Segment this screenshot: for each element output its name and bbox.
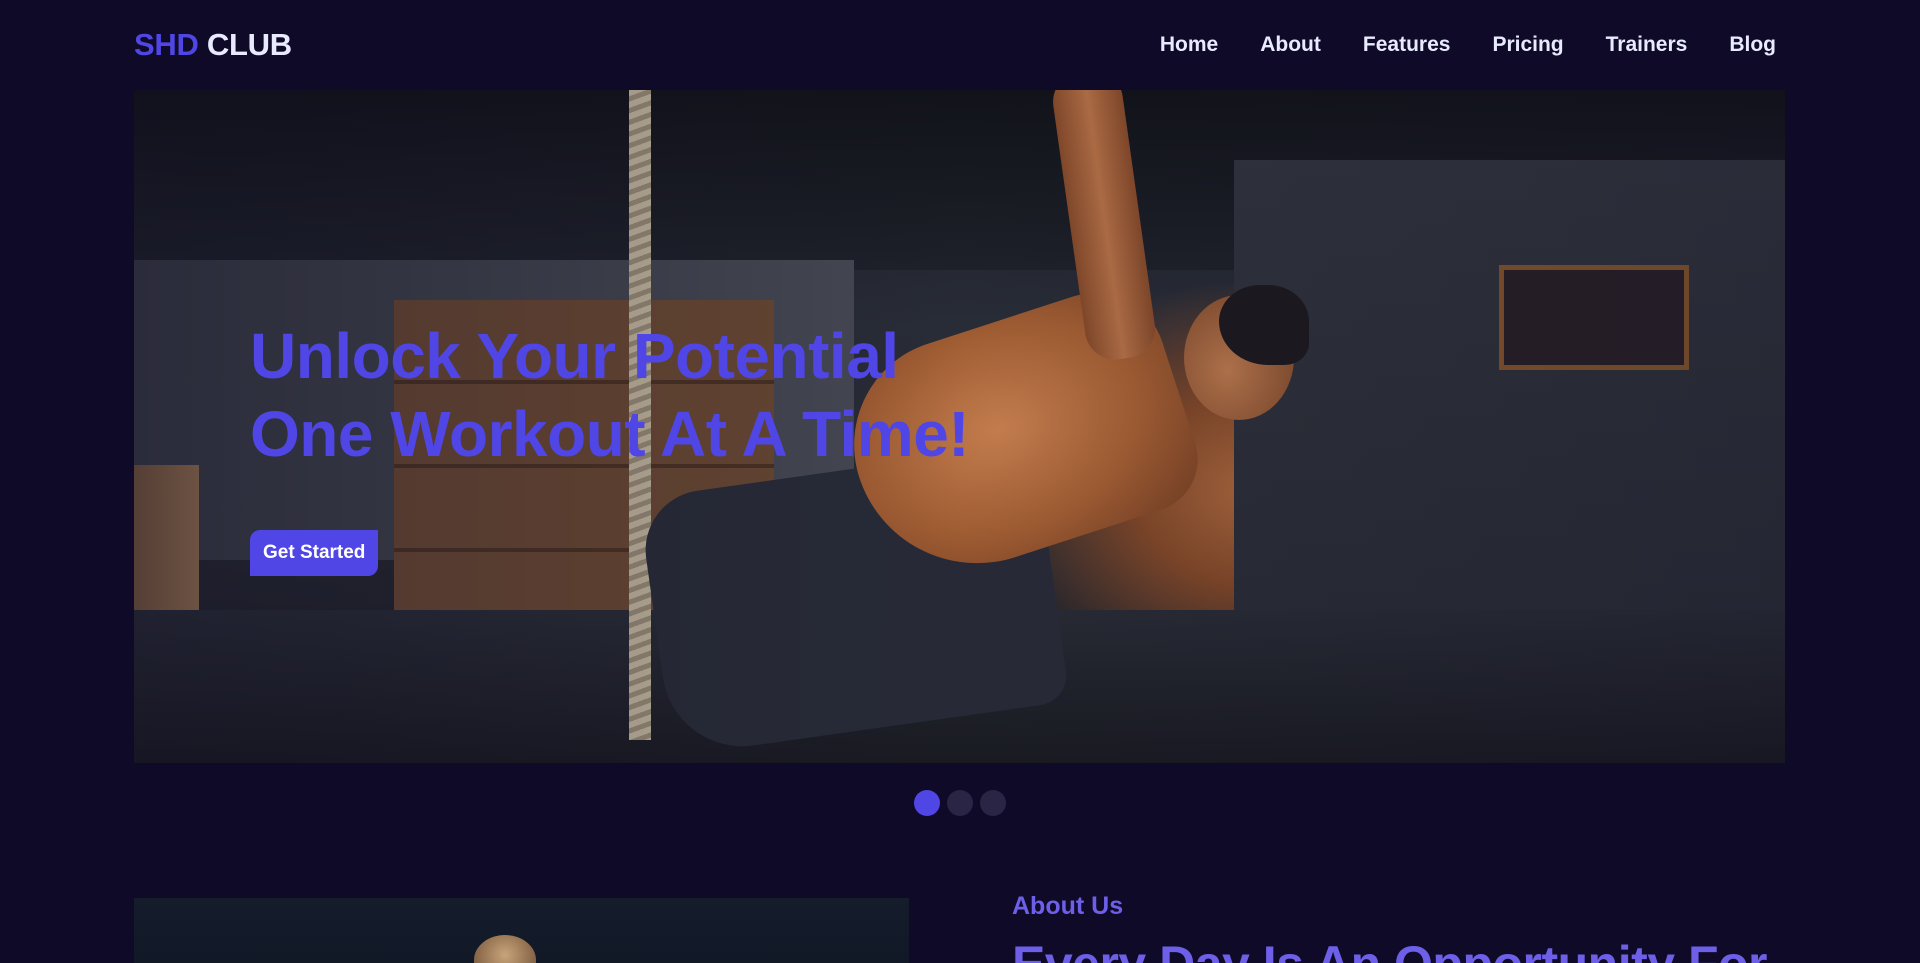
- slider-dot-1[interactable]: [914, 790, 940, 816]
- hero-slider: Unlock Your Potential One Workout At A T…: [134, 90, 1785, 763]
- hero-title-line1: Unlock Your Potential: [250, 320, 899, 392]
- about-label: About Us: [1012, 892, 1124, 920]
- slider-dot-2[interactable]: [947, 790, 973, 816]
- slider-dots: [914, 790, 1006, 816]
- nav-pricing[interactable]: Pricing: [1471, 33, 1584, 57]
- about-image-person: [474, 935, 536, 963]
- hero-content: Unlock Your Potential One Workout At A T…: [250, 317, 970, 576]
- logo[interactable]: SHD CLUB: [134, 27, 292, 63]
- logo-name[interactable]: CLUB: [207, 27, 292, 62]
- get-started-button[interactable]: Get Started: [250, 530, 379, 576]
- nav-about[interactable]: About: [1239, 33, 1342, 57]
- hero-title: Unlock Your Potential One Workout At A T…: [250, 317, 970, 473]
- about-heading: Every Day Is An Opportunity For: [1012, 935, 1768, 963]
- site-header: SHD CLUB Home About Features Pricing Tra…: [134, 0, 1786, 90]
- nav-home[interactable]: Home: [1139, 33, 1239, 57]
- nav-features[interactable]: Features: [1342, 33, 1472, 57]
- logo-brand[interactable]: SHD: [134, 27, 199, 62]
- hero-title-line2: One Workout At A Time!: [250, 398, 970, 470]
- main-nav: Home About Features Pricing Trainers Blo…: [1139, 33, 1776, 57]
- nav-trainers[interactable]: Trainers: [1585, 33, 1709, 57]
- about-image: [134, 898, 909, 963]
- nav-blog[interactable]: Blog: [1708, 33, 1776, 57]
- slider-dot-3[interactable]: [980, 790, 1006, 816]
